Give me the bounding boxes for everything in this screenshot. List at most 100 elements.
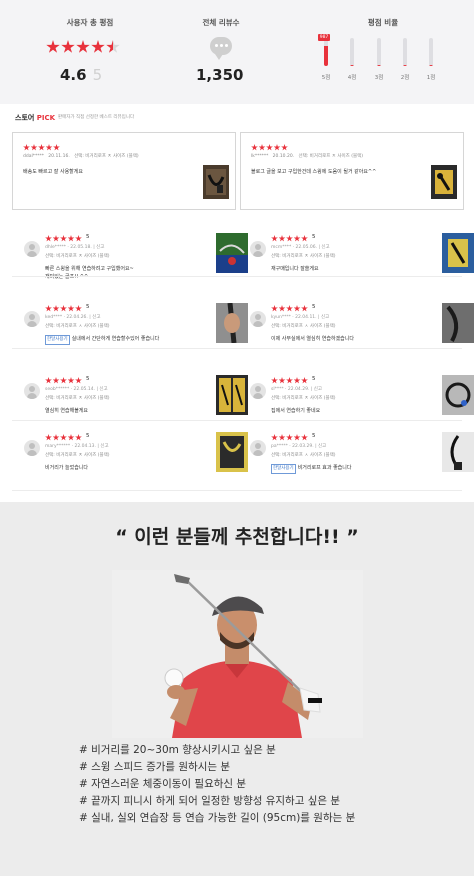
report-link[interactable]: 신고 [100, 444, 108, 449]
star-half-icon [106, 40, 120, 53]
review-photo[interactable] [442, 233, 474, 273]
star-icon [91, 40, 105, 53]
rating-bar-label: 1점 [426, 75, 436, 81]
star-icon [271, 434, 278, 441]
rating-summary: 사용자 총 평점 4.6 5 전체 리뷰수 1,350 평점 비율 987 5점 4점… [0, 0, 474, 104]
rating-bar-label: 2점 [400, 75, 410, 81]
star-icon [278, 235, 286, 242]
star-icon [52, 377, 60, 384]
report-link[interactable]: 신고 [314, 387, 322, 392]
star-icon [52, 305, 60, 312]
total-label: 전체 리뷰수 [202, 18, 240, 27]
review-option: 선택: 비거리로프 ㅈ 사이즈 (블랙) [298, 154, 364, 159]
review-meta: mary****** · 22.04.13. | 신고 [45, 444, 109, 449]
review-photo[interactable] [216, 432, 248, 472]
report-link[interactable]: 신고 [321, 315, 329, 320]
review-meta: mcm**** · 22.05.06. | 신고 [271, 245, 330, 250]
recommend-item: # 끝까지 피니시 하게 되어 일정한 방향성 유지하고 싶은 분 [79, 795, 341, 807]
average-rating: 4.6 5 [60, 66, 102, 84]
review-stars [271, 434, 308, 441]
divider [12, 276, 462, 277]
avatar [250, 383, 266, 399]
star-icon [258, 144, 266, 151]
review-stars [45, 305, 82, 312]
rating-bar: 1점 [418, 38, 444, 81]
review-badge: 한달사용기 [271, 464, 296, 474]
star-icon [286, 434, 293, 441]
review-photo[interactable] [442, 432, 474, 472]
star-icon [60, 305, 67, 312]
divider [12, 420, 462, 421]
star-icon [278, 377, 286, 384]
review-item[interactable]: 5 mcm**** · 22.05.06. | 신고 선택: 비거리로프 ㅈ 사이즈… [250, 233, 474, 287]
pick-review-card[interactable]: ddal***** 20.11.16. 선택: 비거리로프 ㅈ 사이즈 (블랙)… [12, 132, 236, 210]
review-text: 한달사용기 비거리로프 효과 좋습니다 [271, 464, 351, 474]
review-photo[interactable] [442, 375, 474, 415]
review-stars [45, 377, 82, 384]
star-icon [45, 377, 52, 384]
review-date: 22.03.29. [292, 444, 314, 449]
store-pick-title: 스토어 PICK [15, 113, 55, 123]
report-link[interactable]: 신고 [96, 245, 104, 250]
store-label: 스토어 [15, 114, 35, 122]
review-stars [271, 235, 308, 242]
golfer-photo [112, 570, 363, 738]
recommend-item: # 자연스러운 체중이동이 필요하신 분 [79, 778, 247, 790]
avatar [250, 311, 266, 327]
star-icon [266, 144, 273, 151]
recommend-item: # 스윙 스피드 증가를 원하시는 분 [79, 761, 231, 773]
review-item[interactable]: 5 dhle***** · 22.05.18. | 신고 선택: 비거리로프 ㅈ 사… [24, 233, 248, 287]
review-photo[interactable] [216, 233, 248, 273]
report-link[interactable]: 신고 [99, 387, 107, 392]
review-date: 22.04.26. [66, 315, 88, 320]
review-text-line: 이제 사무실에서 열심히 연습하겠습니다 [271, 336, 354, 342]
rating-bar-label: 3점 [374, 75, 384, 81]
star-icon [67, 377, 75, 384]
review-date: 22.05.18. [70, 245, 92, 250]
review-photo[interactable] [216, 375, 248, 415]
recommend-list: # 비거리를 20~30m 향상시키시고 싶은 분 # 스윙 스피드 증가를 원하… [79, 742, 355, 827]
report-link[interactable]: 신고 [318, 444, 326, 449]
review-stars [271, 305, 308, 312]
pick-review-card[interactable]: lk****** 20.10.20. 선택: 비거리로프 ㅈ 사이즈 (블랙) … [240, 132, 464, 210]
review-user: mcm**** [271, 245, 292, 250]
star-icon [293, 305, 301, 312]
report-link[interactable]: 신고 [92, 315, 100, 320]
star-icon [75, 434, 82, 441]
review-photo[interactable] [203, 165, 229, 199]
star-icon [60, 377, 67, 384]
review-text-line: 비거리가 늘었습니다 [45, 465, 88, 471]
review-badge: 한달사용기 [45, 335, 70, 345]
star-icon [60, 434, 67, 441]
star-icon [301, 235, 308, 242]
rating-max: 5 [92, 66, 103, 84]
rating-bar-label: 5점 [321, 75, 331, 81]
avatar [24, 311, 40, 327]
rating-bar-badge: 987 [318, 34, 330, 41]
review-photo[interactable] [431, 165, 457, 199]
star-icon [278, 305, 286, 312]
star-icon [273, 144, 281, 151]
review-user: lk****** [251, 154, 269, 159]
review-text-line: 재미있는 골프!! ^^ [45, 274, 89, 280]
star-icon [301, 377, 308, 384]
review-photo[interactable] [216, 303, 248, 343]
review-text-line: 집에서 연습하기 좋네요 [271, 408, 321, 414]
star-icon [45, 235, 52, 242]
star-icon [53, 144, 60, 151]
review-date: 22.05.14. [73, 387, 96, 392]
review-score: 5 [86, 433, 90, 439]
review-item[interactable]: 5 mary****** · 22.04.13. | 신고 선택: 비거리로프 ㅈ … [24, 432, 248, 486]
review-text: 이제 사무실에서 열심히 연습하겠습니다 [271, 335, 354, 343]
review-text-line: 실내에서 간단하게 연습할수있어 좋습니다 [71, 336, 160, 342]
star-icon [52, 434, 60, 441]
review-text: 집에서 연습하기 좋네요 [271, 407, 320, 415]
report-link[interactable]: 신고 [321, 245, 329, 250]
star-icon [301, 305, 308, 312]
review-item[interactable]: 5 pa***** · 22.03.29. | 신고 선택: 비거리로프 ㅅ 사이즈… [250, 432, 474, 486]
star-icon [278, 434, 286, 441]
review-photo[interactable] [442, 303, 474, 343]
review-text-line: 재구매입니다 잘쓸게요 [271, 266, 319, 272]
review-date: 20.10.20. [272, 154, 295, 159]
review-user: ked**** [45, 315, 63, 320]
